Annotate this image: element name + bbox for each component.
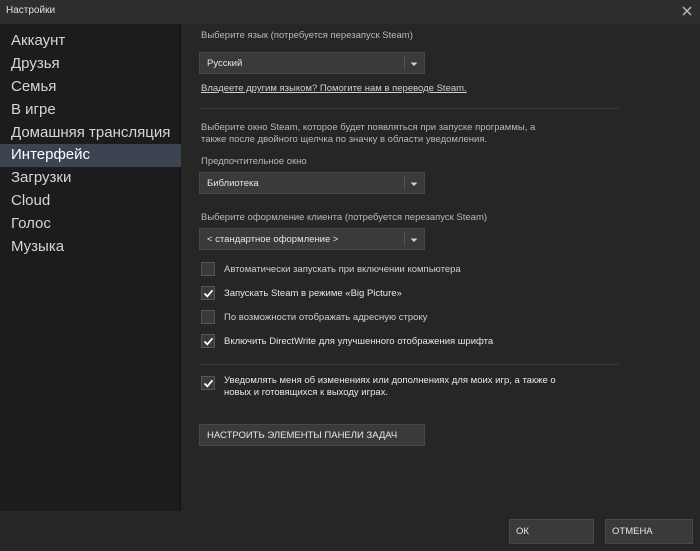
sidebar-item-family[interactable]: Семья <box>0 76 181 99</box>
sidebar: Аккаунт Друзья Семья В игре Домашняя тра… <box>0 24 181 511</box>
checkmark-icon <box>203 379 214 388</box>
startup-window-value: Библиотека <box>207 178 259 189</box>
startup-window-description-line1: Выберите окно Steam, которое будет появл… <box>201 122 536 133</box>
sidebar-item-interface[interactable]: Интерфейс <box>0 144 181 167</box>
close-icon[interactable] <box>680 4 694 18</box>
big-picture-checkbox[interactable] <box>201 286 215 300</box>
sidebar-item-account[interactable]: Аккаунт <box>0 30 181 53</box>
sidebar-item-cloud[interactable]: Cloud <box>0 190 181 213</box>
skin-label: Выберите оформление клиента (потребуется… <box>201 212 488 223</box>
directwrite-label: Включить DirectWrite для улучшенного ото… <box>224 336 494 347</box>
translation-help-link[interactable]: Владеете другим языком? Помогите нам в п… <box>201 83 467 94</box>
notify-label-line1: Уведомлять меня об изменениях или дополн… <box>224 375 556 386</box>
language-value: Русский <box>207 58 243 69</box>
taskbar-settings-button[interactable]: НАСТРОИТЬ ЭЛЕМЕНТЫ ПАНЕЛИ ЗАДАЧ <box>199 424 425 446</box>
startup-window-label: Предпочтительное окно <box>201 156 307 167</box>
window-title: Настройки <box>6 5 56 16</box>
cancel-button[interactable]: ОТМЕНА <box>605 519 693 544</box>
directwrite-checkbox[interactable] <box>201 334 215 348</box>
settings-panel: Выберите язык (потребуется перезапуск St… <box>182 24 700 511</box>
section-divider <box>199 364 619 365</box>
section-divider <box>199 108 619 109</box>
sidebar-item-home-streaming[interactable]: Домашняя трансляция <box>0 122 181 145</box>
sidebar-item-voice[interactable]: Голос <box>0 213 181 236</box>
notify-label-line2: новых и готовящихся к выходу играх. <box>224 387 389 398</box>
notify-checkbox[interactable] <box>201 376 215 390</box>
sidebar-item-in-game[interactable]: В игре <box>0 99 181 122</box>
language-label: Выберите язык (потребуется перезапуск St… <box>201 30 413 41</box>
language-dropdown[interactable]: Русский <box>199 52 425 74</box>
ok-button[interactable]: ОК <box>509 519 594 544</box>
big-picture-label: Запускать Steam в режиме «Big Picture» <box>224 288 402 299</box>
checkmark-icon <box>203 289 214 298</box>
autostart-label: Автоматически запускать при включении ко… <box>224 264 461 275</box>
autostart-checkbox[interactable] <box>201 262 215 276</box>
title-bar: Настройки <box>0 0 700 24</box>
sidebar-item-music[interactable]: Музыка <box>0 236 181 259</box>
chevron-down-icon <box>408 233 420 245</box>
startup-window-description-line2: также после двойного щелчка по значку в … <box>201 134 488 145</box>
chevron-down-icon <box>408 57 420 69</box>
sidebar-item-downloads[interactable]: Загрузки <box>0 167 181 190</box>
address-bar-label: По возможности отображать адресную строк… <box>224 312 428 323</box>
skin-dropdown[interactable]: < стандартное оформление > <box>199 228 425 250</box>
checkmark-icon <box>203 337 214 346</box>
sidebar-item-friends[interactable]: Друзья <box>0 53 181 76</box>
startup-window-dropdown[interactable]: Библиотека <box>199 172 425 194</box>
address-bar-checkbox[interactable] <box>201 310 215 324</box>
dialog-footer: ОК ОТМЕНА <box>0 511 700 551</box>
skin-value: < стандартное оформление > <box>207 234 339 245</box>
chevron-down-icon <box>408 177 420 189</box>
